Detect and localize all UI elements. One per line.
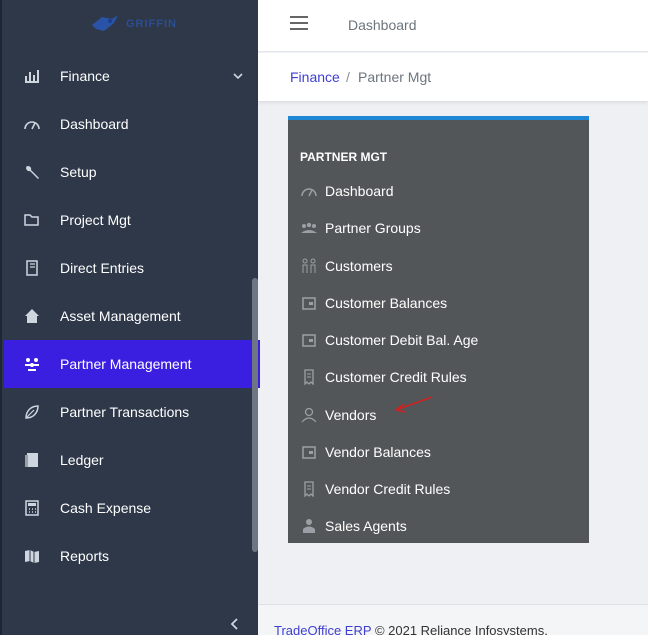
panel-item-partner-groups[interactable]: Partner Groups [300,215,580,241]
sidebar-item-label: Partner Transactions [60,404,190,420]
sidebar-item-partner-management[interactable]: Partner Management [4,340,260,388]
sidebar-item-direct-entries[interactable]: Direct Entries [4,244,258,292]
receipt-icon [300,368,318,386]
sidebar-item-dashboard[interactable]: Dashboard [4,100,258,148]
calculator-icon [22,498,42,518]
chevron-down-icon[interactable] [232,70,244,82]
sidebar-item-label: Ledger [60,452,104,468]
ledger-icon [22,450,42,470]
dashboard-icon [22,114,42,134]
sidebar-item-label: Setup [60,164,97,180]
group-icon [22,354,42,374]
breadcrumb: Finance / Partner Mgt [258,53,648,101]
sidebar-item-label: Cash Expense [60,500,152,516]
leaf-icon [22,402,42,422]
wrench-icon [22,162,42,182]
panel-item-label: Sales Agents [325,518,407,534]
panel-item-label: Vendor Balances [325,444,431,460]
hamburger-menu-icon[interactable] [290,16,308,32]
sidebar-item-setup[interactable]: Setup [4,148,258,196]
people-icon [300,257,318,275]
brand-logo-text: GRIFFIN [126,18,177,30]
panel-item-dashboard[interactable]: Dashboard [300,178,580,204]
wallet-icon [300,443,318,461]
user-icon [300,406,318,424]
sidebar: GRIFFIN Finance Dashboard Setup Project … [0,0,260,635]
panel-item-customer-debit-bal-age[interactable]: Customer Debit Bal. Age [300,327,580,353]
sidebar-item-label: Dashboard [60,116,129,132]
panel-item-customer-credit-rules[interactable]: Customer Credit Rules [300,364,580,390]
group-icon [300,219,318,237]
sidebar-item-label: Reports [60,548,110,564]
panel-item-label: Customer Debit Bal. Age [325,332,479,348]
panel-item-vendor-balances[interactable]: Vendor Balances [300,439,580,465]
sidebar-item-ledger[interactable]: Ledger [4,436,258,484]
folder-icon [22,210,42,230]
sidebar-item-reports[interactable]: Reports [4,532,258,580]
panel-item-sales-agents[interactable]: Sales Agents [300,513,580,539]
house-icon [22,306,42,326]
panel-item-label: Partner Groups [325,220,421,236]
sidebar-item-partner-transactions[interactable]: Partner Transactions [4,388,258,436]
panel-item-vendors[interactable]: Vendors [300,402,580,428]
wallet-icon [300,331,318,349]
footer: TradeOffice ERP © 2021 Reliance Infosyst… [258,604,648,635]
sidebar-item-cash-expense[interactable]: Cash Expense [4,484,258,532]
panel-item-label: Dashboard [325,183,394,199]
sidebar-item-asset-management[interactable]: Asset Management [4,292,258,340]
brand-logo[interactable]: GRIFFIN [90,10,177,38]
top-bar: Dashboard [258,0,648,52]
breadcrumb-link-finance[interactable]: Finance [290,69,340,85]
wallet-icon [300,294,318,312]
sidebar-item-label: Project Mgt [60,212,131,228]
sidebar-item-project-mgt[interactable]: Project Mgt [4,196,258,244]
panel-item-label: Vendor Credit Rules [325,481,451,497]
breadcrumb-current: Partner Mgt [358,69,432,85]
sidebar-item-label: Direct Entries [60,260,145,276]
griffin-logo-icon [92,15,118,31]
panel-item-customer-balances[interactable]: Customer Balances [300,290,580,316]
panel-item-label: Customer Credit Rules [325,369,467,385]
footer-product-link[interactable]: TradeOffice ERP [274,623,371,635]
receipt-icon [300,480,318,498]
footer-copyright: © 2021 Reliance Infosystems. [374,623,548,635]
panel-item-label: Customer Balances [325,295,448,311]
page-title: Dashboard [348,17,417,33]
dashboard-icon [300,182,318,200]
annotation-arrow-icon [395,396,433,413]
chevron-left-icon[interactable] [228,617,242,631]
breadcrumb-separator: / [346,69,350,85]
sidebar-scrollbar[interactable] [252,278,258,552]
map-icon [22,546,42,566]
panel-item-customers[interactable]: Customers [300,253,580,279]
panel-item-label: Vendors [325,407,377,423]
panel-item-vendor-credit-rules[interactable]: Vendor Credit Rules [300,476,580,502]
footer-text: TradeOffice ERP © 2021 Reliance Infosyst… [274,623,548,635]
finance-icon [22,66,42,86]
panel-item-label: Customers [325,258,393,274]
partner-mgt-panel: PARTNER MGT Dashboard Partner Groups Cus… [288,116,589,543]
agent-icon [300,517,318,535]
sidebar-item-label: Asset Management [60,308,181,324]
sidebar-item-label: Finance [60,68,110,84]
panel-title: PARTNER MGT [300,150,388,164]
sidebar-item-label: Partner Management [60,356,192,372]
sidebar-item-finance[interactable]: Finance [4,52,258,100]
book-icon [22,258,42,278]
